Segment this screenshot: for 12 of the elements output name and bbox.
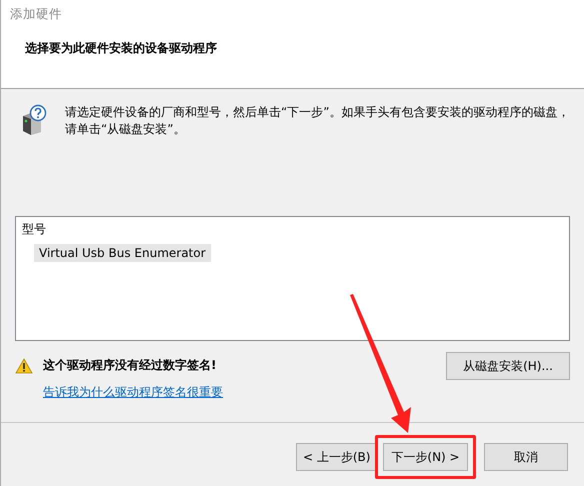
have-disk-button[interactable]: 从磁盘安装(H)...: [446, 352, 570, 380]
signing-info-link[interactable]: 告诉我为什么驱动程序签名很重要: [15, 384, 223, 401]
instruction-text: 请选定硬件设备的厂商和型号，然后单击“下一步”。如果手头有包含要安装的驱动程序的磁盘， 请单击“从磁盘安装”。: [65, 104, 570, 138]
back-button[interactable]: < 上一步(B): [296, 443, 376, 471]
next-button[interactable]: 下一步(N) >: [383, 443, 468, 471]
cancel-button[interactable]: 取消: [484, 443, 568, 471]
page-heading: 选择要为此硬件安装的设备驱动程序: [25, 40, 217, 57]
window-title: 添加硬件: [10, 6, 62, 23]
model-item[interactable]: Virtual Usb Bus Enumerator: [34, 244, 211, 262]
warning-text: 这个驱动程序没有经过数字签名!: [43, 357, 216, 374]
warning-icon: [15, 358, 33, 374]
column-header: 型号: [22, 221, 46, 238]
